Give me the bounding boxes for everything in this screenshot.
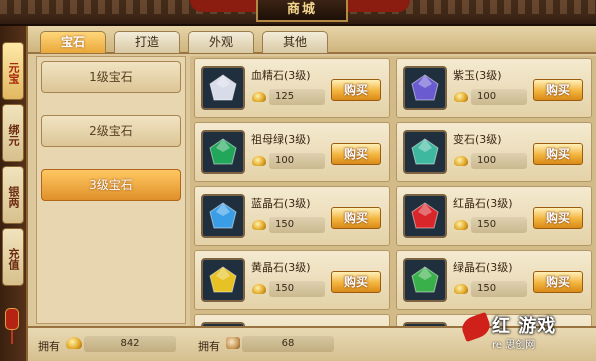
item-name: 黄晶石(3级)	[251, 261, 311, 274]
item-name: 蓝晶石(3级)	[251, 197, 311, 210]
tassel-decoration	[11, 330, 13, 344]
purple-jade-gem-icon	[411, 74, 439, 101]
gold-ingot-icon	[66, 337, 82, 349]
buy-button[interactable]: 购买	[331, 143, 381, 165]
shop-item-card: 变石(3级) 100 购买	[396, 122, 592, 182]
item-price: 100	[269, 153, 325, 169]
shop-item-card: 晶石(3级)	[194, 314, 390, 326]
item-name: 紫玉(3级)	[453, 69, 502, 82]
watermark-text: 红 游戏	[492, 316, 557, 337]
item-icon-frame[interactable]	[201, 258, 245, 302]
side-tab-bound-yuanbao[interactable]: 绑元	[2, 104, 24, 162]
item-icon-frame[interactable]	[201, 194, 245, 238]
level-1-gems-button[interactable]: 1级宝石	[41, 61, 181, 93]
gold-ingot-icon	[454, 92, 468, 102]
item-price: 150	[471, 217, 527, 233]
item-icon-frame[interactable]	[403, 258, 447, 302]
item-icon-frame[interactable]	[403, 66, 447, 110]
level-2-gems-button[interactable]: 2级宝石	[41, 115, 181, 147]
category-tabs: 宝石 打造 外观 其他	[28, 26, 596, 54]
item-price: 100	[471, 89, 527, 105]
item-name: 血精石(3级)	[251, 69, 311, 82]
site-watermark: 红 游戏 re 思创网	[459, 308, 596, 361]
side-tab-recharge[interactable]: 充值	[2, 228, 24, 286]
item-icon-frame[interactable]	[201, 130, 245, 174]
shop-item-card: 绿晶石(3级) 150 购买	[396, 250, 592, 310]
shop-item-card: 紫玉(3级) 100 购买	[396, 58, 592, 118]
side-tab-bar: 元宝 绑元 银两 充值	[0, 26, 26, 361]
green-crystal-gem-icon	[411, 266, 439, 293]
emerald-ring-gem-icon	[209, 138, 237, 165]
shop-item-card: 血精石(3级) 125 购买	[194, 58, 390, 118]
item-icon-frame[interactable]	[201, 66, 245, 110]
owned-label: 拥有	[198, 340, 220, 353]
buy-button[interactable]: 购买	[533, 271, 583, 293]
item-name: 绿晶石(3级)	[453, 261, 513, 274]
shop-item-card: 祖母绿(3级) 100 购买	[194, 122, 390, 182]
bound-ingot-icon	[226, 337, 240, 349]
red-crystal-gem-icon	[209, 74, 237, 101]
tab-appearance[interactable]: 外观	[188, 31, 254, 53]
buy-button[interactable]: 购买	[533, 143, 583, 165]
owned-label: 拥有	[38, 340, 60, 353]
item-price: 125	[269, 89, 325, 105]
item-name: 红晶石(3级)	[453, 197, 513, 210]
gold-ingot-icon	[454, 220, 468, 230]
shop-item-card: 蓝晶石(3级) 150 购买	[194, 186, 390, 246]
item-price: 150	[269, 281, 325, 297]
owned-bound-value: 68	[242, 336, 334, 352]
item-grid: 血精石(3级) 125 购买 紫玉(3级) 100 购买 祖母绿(3级) 100 购买 变石(3级…	[190, 56, 596, 326]
item-price: 150	[471, 281, 527, 297]
gold-ingot-icon	[252, 92, 266, 102]
yellow-crystal-gem-icon	[209, 266, 237, 293]
shop-item-card: 红晶石(3级) 150 购买	[396, 186, 592, 246]
gold-ingot-icon	[252, 156, 266, 166]
buy-button[interactable]: 购买	[533, 207, 583, 229]
buy-button[interactable]: 购买	[331, 207, 381, 229]
level-3-gems-button[interactable]: 3级宝石	[41, 169, 181, 201]
item-name: 祖母绿(3级)	[251, 133, 311, 146]
side-tab-silver[interactable]: 银两	[2, 166, 24, 224]
buy-button[interactable]: 购买	[331, 79, 381, 101]
page-title: 商城	[256, 0, 348, 22]
gold-ingot-icon	[454, 156, 468, 166]
item-name: 变石(3级)	[453, 133, 502, 146]
blue-crystal-gem-icon	[209, 202, 237, 229]
watermark-subtext: re 思创网	[492, 340, 536, 351]
red-crystal-gem-icon	[411, 202, 439, 229]
owned-yuanbao-value: 842	[84, 336, 176, 352]
tab-gems[interactable]: 宝石	[40, 31, 106, 53]
buy-button[interactable]: 购买	[331, 271, 381, 293]
lantern-icon	[5, 308, 19, 330]
item-price: 150	[269, 217, 325, 233]
tab-forge[interactable]: 打造	[114, 31, 180, 53]
gem-level-list: 1级宝石 2级宝石 3级宝石	[36, 56, 186, 324]
item-icon-frame[interactable]	[403, 194, 447, 238]
watermark-logo-icon	[459, 311, 493, 343]
alexandrite-gem-icon	[411, 138, 439, 165]
buy-button[interactable]: 购买	[533, 79, 583, 101]
item-price: 100	[471, 153, 527, 169]
shop-item-card: 黄晶石(3级) 150 购买	[194, 250, 390, 310]
gold-ingot-icon	[252, 284, 266, 294]
tab-other[interactable]: 其他	[262, 31, 328, 53]
gold-ingot-icon	[454, 284, 468, 294]
gold-ingot-icon	[252, 220, 266, 230]
item-icon-frame[interactable]	[403, 130, 447, 174]
side-tab-yuanbao[interactable]: 元宝	[2, 42, 24, 100]
